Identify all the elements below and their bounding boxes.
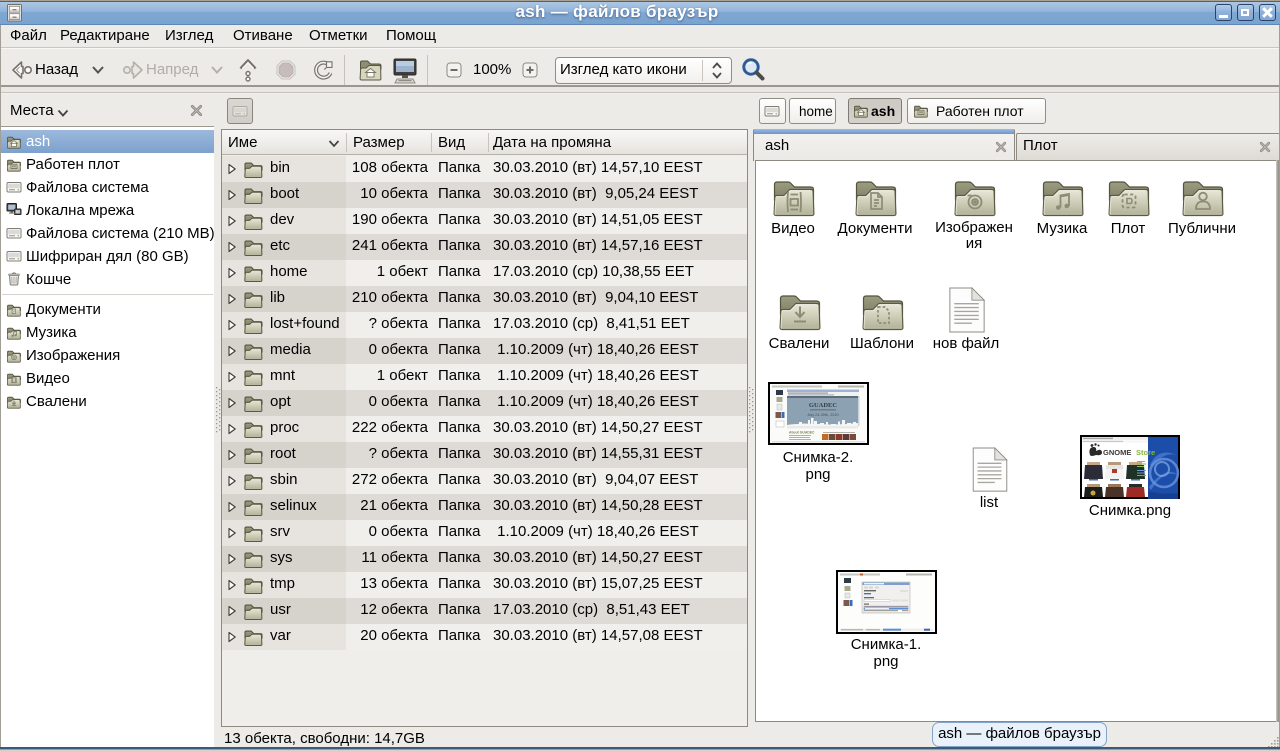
svg-text:GNOME: GNOME <box>1103 448 1131 457</box>
svg-text:Store: Store <box>1136 448 1155 457</box>
svg-text:GUADEC: GUADEC <box>809 402 837 409</box>
svg-text:About GUADEC: About GUADEC <box>789 431 815 435</box>
svg-text:July 24-30th, 2010: July 24-30th, 2010 <box>807 413 838 417</box>
